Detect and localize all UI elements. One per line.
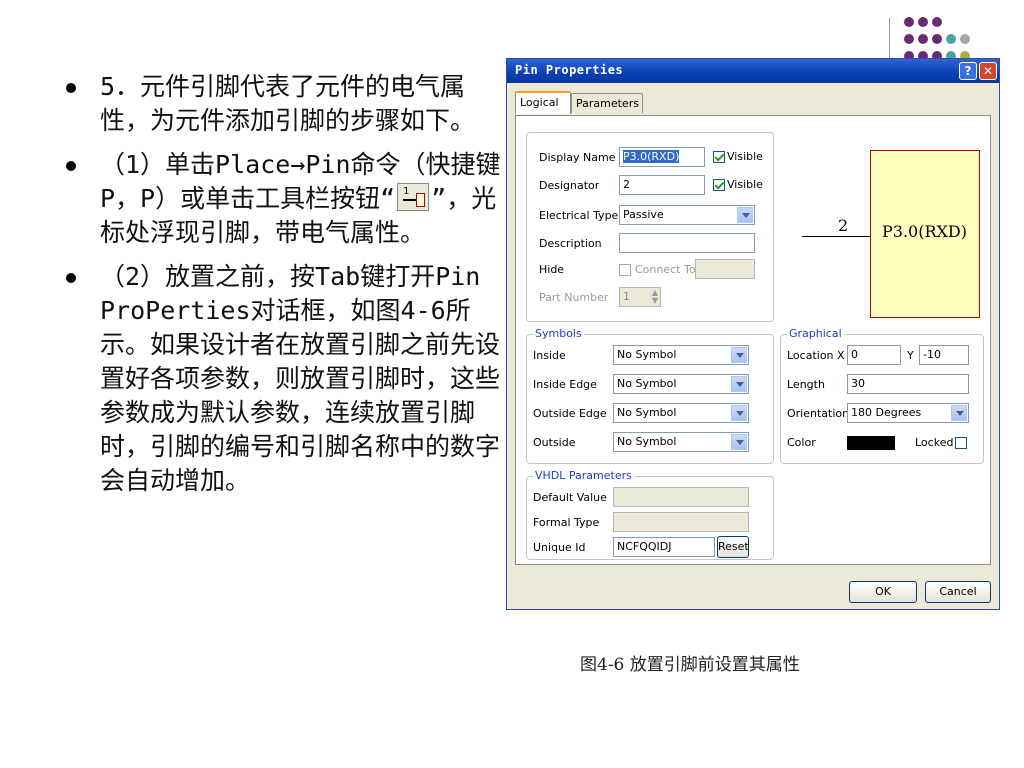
color-label: Color [787,436,816,449]
ok-button[interactable]: OK [849,581,917,603]
outside-label: Outside [533,436,576,449]
designator-visible-label: Visible [727,178,763,191]
display-name-label: Display Name [539,151,616,164]
locked-label: Locked [915,436,954,449]
symbols-group-label: Symbols [533,327,584,341]
preview-pin-line [802,236,870,237]
logical-tab-panel: Display Name P3.0(RXD) Visible Designato… [515,115,991,565]
location-y-label: Y [907,349,914,362]
inside-edge-symbol-select[interactable]: No Symbol [613,374,749,394]
visible-label: Visible [727,150,763,163]
part-number-stepper[interactable]: 1 ▲ ▼ [619,287,661,307]
graphical-group: Graphical Location X 0 Y -10 Length 30 O… [780,327,984,464]
bullet-3: （2）放置之前，按Tab键打开Pin ProPerties对话框，如图4-6所示… [62,260,502,498]
reset-unique-id-button[interactable]: Reset [717,536,749,558]
inside-edge-label: Inside Edge [533,378,597,391]
chevron-down-icon [737,207,753,223]
figure-caption: 图4-6 放置引脚前设置其属性 [580,655,800,675]
tab-parameters[interactable]: Parameters [571,93,643,113]
slide-bullets: 5．元件引脚代表了元件的电气属性，为元件添加引脚的步骤如下。 （1）单击Plac… [62,70,502,508]
designator-input[interactable]: 2 [619,175,705,195]
preview-pin-number: 2 [838,216,849,235]
inside-symbol-select[interactable]: No Symbol [613,345,749,365]
length-label: Length [787,378,825,391]
chevron-down-icon [951,405,967,421]
pin-preview: 2 P3.0(RXD) [788,132,986,322]
formal-type-label: Formal Type [533,516,600,529]
bullet-2: （1）单击Place→Pin命令（快捷键P，P）或单击工具栏按钮“ 1 ”，光标处浮… [62,148,502,250]
chevron-down-icon [731,376,747,392]
designator-label: Designator [539,179,600,192]
color-swatch[interactable] [847,436,895,450]
inside-label: Inside [533,349,566,362]
display-name-visible-checkbox[interactable] [713,151,725,163]
chevron-down-icon [731,434,747,450]
close-button[interactable]: ✕ [979,62,997,80]
designator-visible-checkbox[interactable] [713,179,725,191]
description-label: Description [539,237,602,250]
formal-type-input[interactable] [613,512,749,532]
help-button[interactable]: ? [959,62,977,80]
locked-checkbox[interactable] [955,437,967,449]
length-input[interactable]: 30 [847,374,969,394]
graphical-group-label: Graphical [787,327,844,341]
decorative-dots [904,17,970,61]
location-x-input[interactable]: 0 [847,345,901,365]
vhdl-group-label: VHDL Parameters [533,469,634,483]
chevron-down-icon [731,405,747,421]
preview-pin-name: P3.0(RXD) [882,222,967,241]
outside-symbol-select[interactable]: No Symbol [613,432,749,452]
decor-vertical-line [889,18,890,60]
orientation-select[interactable]: 180 Degrees [847,403,969,423]
symbols-group: Symbols Inside No Symbol Inside Edge No … [526,327,774,464]
display-name-input[interactable]: P3.0(RXD) [619,147,705,167]
logical-group: Display Name P3.0(RXD) Visible Designato… [526,132,774,322]
location-label: Location [787,349,834,362]
electrical-type-select[interactable]: Passive [619,205,755,225]
part-number-label: Part Number [539,291,609,304]
hide-checkbox[interactable] [619,264,631,276]
location-x-label: X [837,349,845,362]
place-pin-toolbar-icon: 1 [397,183,430,211]
electrical-type-label: Electrical Type [539,209,619,222]
chevron-down-icon [731,347,747,363]
connect-to-input[interactable] [695,259,755,279]
outside-edge-symbol-select[interactable]: No Symbol [613,403,749,423]
outside-edge-label: Outside Edge [533,407,607,420]
hide-label: Hide [539,263,565,276]
description-input[interactable] [619,233,755,253]
connect-to-label: Connect To [635,263,695,276]
spinner-icon: ▲ ▼ [651,288,658,305]
pin-properties-dialog: Pin Properties ? ✕ Logical Parameters Di… [506,58,1000,610]
dialog-title: Pin Properties [515,63,624,77]
dialog-titlebar[interactable]: Pin Properties ? ✕ [507,59,999,83]
default-value-label: Default Value [533,491,607,504]
default-value-input[interactable] [613,487,749,507]
location-y-input[interactable]: -10 [919,345,969,365]
unique-id-input[interactable]: NCFQQIDJ [613,537,715,557]
bullet-1: 5．元件引脚代表了元件的电气属性，为元件添加引脚的步骤如下。 [62,70,502,138]
cancel-button[interactable]: Cancel [925,581,991,603]
vhdl-parameters-group: VHDL Parameters Default Value Formal Typ… [526,469,774,560]
orientation-label: Orientation [787,407,847,420]
unique-id-label: Unique Id [533,541,586,554]
tab-logical[interactable]: Logical [515,91,571,114]
